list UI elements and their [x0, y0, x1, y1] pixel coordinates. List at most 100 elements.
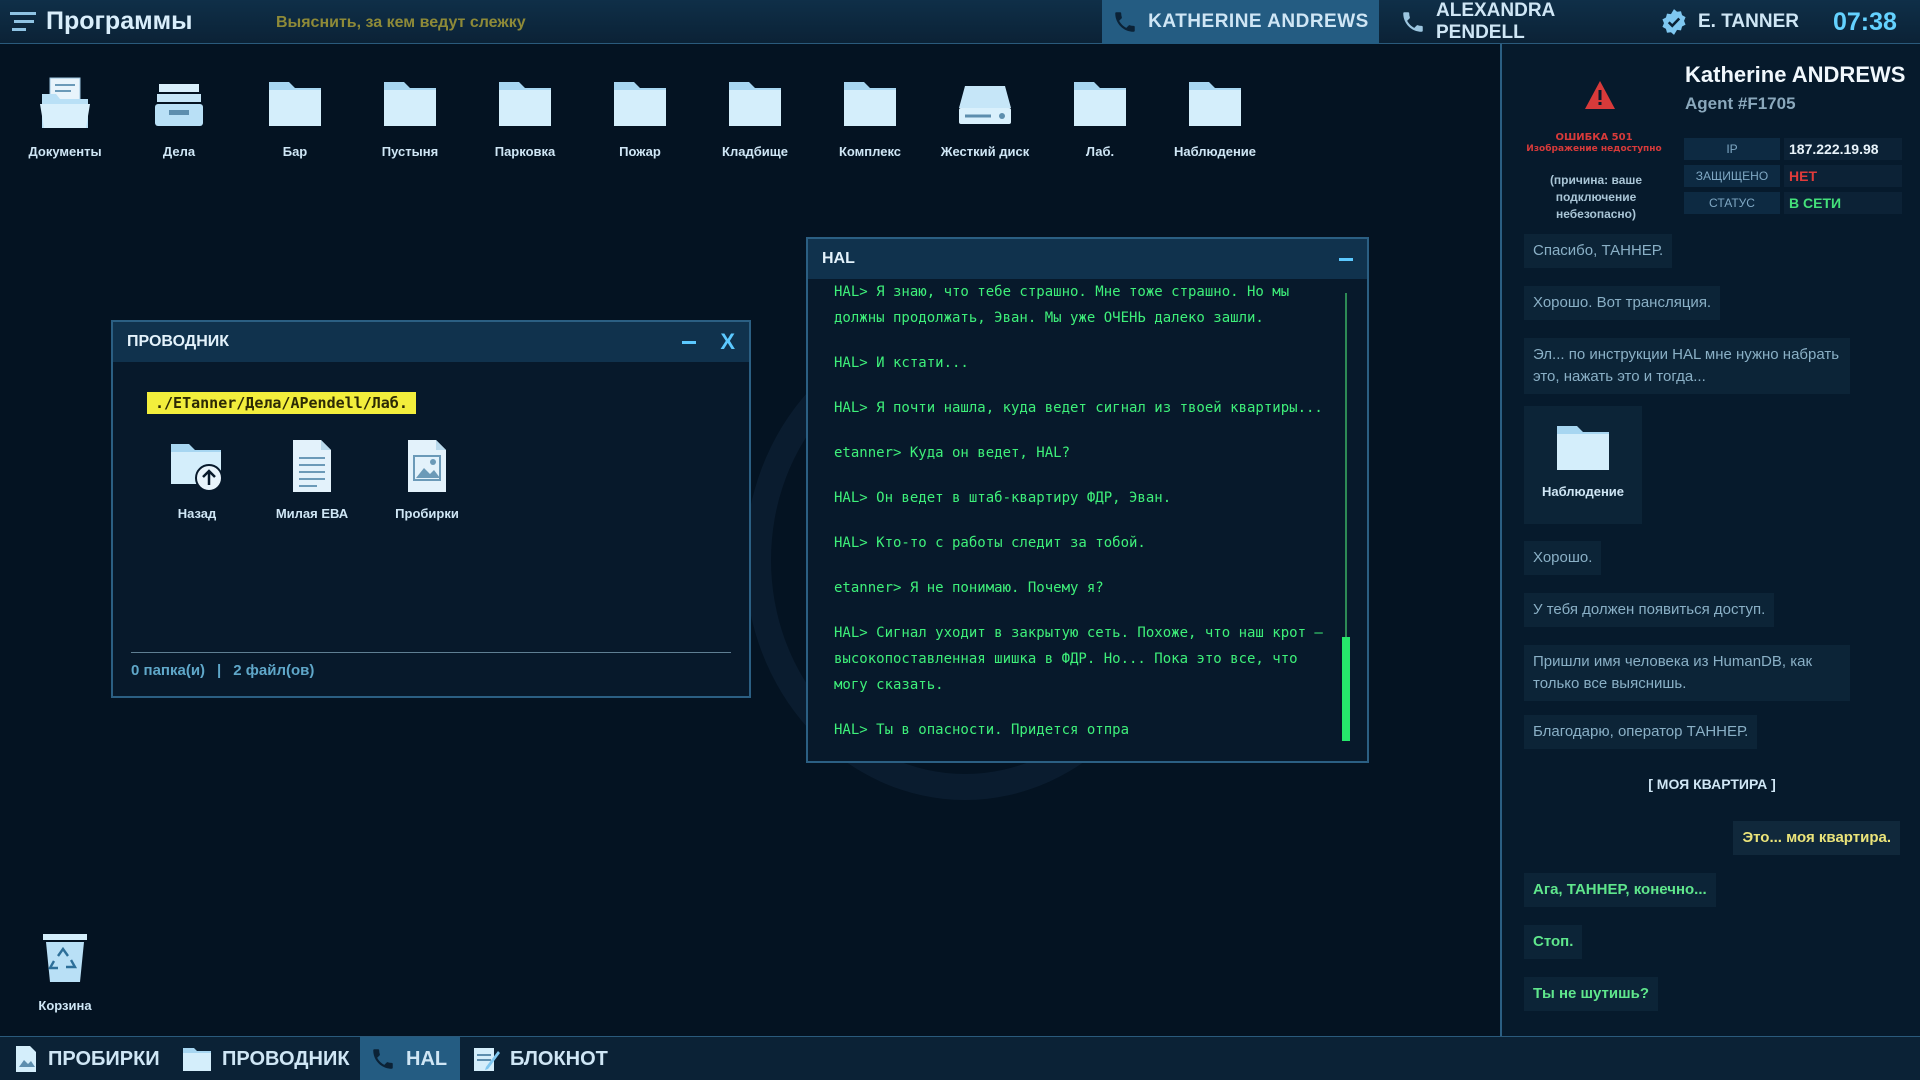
desktop-icon-surveillance[interactable]: Наблюдение — [1160, 76, 1270, 159]
info-value: 187.222.19.98 — [1784, 138, 1902, 160]
folder-up-icon — [169, 444, 225, 498]
folder-icon — [700, 76, 810, 136]
minimize-button[interactable] — [682, 340, 697, 344]
top-bar: Программы Выяснить, за кем ведут слежку … — [0, 0, 1920, 44]
taskbar-label: БЛОКНОТ — [510, 1047, 608, 1070]
file-count: 2 файл(ов) — [233, 662, 315, 679]
explorer-title: ПРОВОДНИК — [127, 333, 230, 350]
phone-icon — [370, 1046, 396, 1072]
programs-title[interactable]: Программы — [46, 7, 192, 36]
hal-titlebar[interactable]: HAL — [808, 239, 1367, 279]
file-item-document[interactable]: Милая ЕВА — [262, 438, 362, 521]
chat-message: У тебя должен появиться доступ. — [1524, 593, 1775, 627]
folder-count: 0 папка(и) — [131, 662, 206, 679]
minimize-button[interactable] — [1339, 257, 1353, 261]
chat-message: Пришли имя человека из HumanDB, как толь… — [1524, 645, 1850, 701]
terminal-line: HAL> Ты в опасности. Придется отпра — [834, 722, 1130, 738]
explorer-titlebar[interactable]: ПРОВОДНИК X — [113, 322, 749, 362]
objective-text: Выяснить, за кем ведут слежку — [276, 14, 526, 31]
hal-title: HAL — [822, 250, 855, 267]
terminal-line: HAL> Я почти нашла, куда ведет сигнал из… — [834, 400, 1323, 416]
terminal-line: HAL> И кстати... — [834, 355, 969, 371]
shared-folder-card[interactable]: Наблюдение — [1524, 406, 1642, 524]
recycle-bin-icon — [10, 930, 120, 990]
contact-agent-id: Agent #F1705 — [1685, 94, 1796, 113]
contact-name: Katherine ANDREWS — [1685, 62, 1906, 87]
terminal-line: HAL> Сигнал уходит в закрытую сеть. Похо… — [834, 625, 1323, 693]
desktop-icon-fire[interactable]: Пожар — [585, 76, 695, 159]
phone-icon — [1400, 9, 1426, 35]
error-code: ОШИБКА 501 — [1555, 132, 1633, 143]
desktop-icon-parking[interactable]: Парковка — [470, 76, 580, 159]
taskbar-label: ПРОВОДНИК — [222, 1047, 350, 1070]
desktop-icon-bar[interactable]: Бар — [240, 76, 350, 159]
taskbar: ПРОБИРКИ ПРОВОДНИК HAL БЛОКНОТ — [0, 1036, 1920, 1080]
hal-terminal-log: HAL> Я знаю, что тебе страшно. Мне тоже … — [834, 279, 1327, 751]
taskbar-item-probirki[interactable]: ПРОБИРКИ — [14, 1037, 160, 1080]
reply-choice-button[interactable]: [ МОЯ КВАРТИРА ] — [1502, 776, 1920, 792]
warning-icon — [1584, 80, 1616, 114]
file-item-image[interactable]: Пробирки — [377, 438, 477, 521]
call-tab-katherine-andrews[interactable]: KATHERINE ANDREWS — [1102, 0, 1379, 44]
user-name: E. TANNER — [1698, 11, 1799, 32]
folder-icon — [1160, 76, 1270, 136]
chat-message: Ты не шутишь? — [1524, 977, 1658, 1011]
info-row-secured: ЗАЩИЩЕНО НЕТ — [1684, 165, 1902, 187]
status-divider — [131, 652, 731, 653]
taskbar-item-hal[interactable]: HAL — [360, 1037, 460, 1080]
taskbar-item-notepad[interactable]: БЛОКНОТ — [472, 1037, 608, 1080]
desktop-icon-hard-drive[interactable]: Жесткий диск — [930, 76, 1040, 159]
terminal-line: etanner> Я не понимаю. Почему я? — [834, 580, 1104, 596]
terminal-line: etanner> Куда он ведет, HAL? — [834, 445, 1071, 461]
chat-message: Хорошо. — [1524, 541, 1602, 575]
menu-icon[interactable] — [10, 12, 40, 34]
terminal-line: HAL> Я знаю, что тебе страшно. Мне тоже … — [834, 284, 1290, 326]
error-reason: (причина: ваше подключение небезопасно) — [1549, 173, 1643, 221]
phone-icon — [1112, 9, 1138, 35]
desktop-icon-cases[interactable]: Дела — [124, 76, 234, 159]
path-breadcrumb: ./ETanner/Дела/APendell/Лаб. — [147, 392, 416, 414]
hal-window: HAL HAL> Я знаю, что тебе страшно. Мне т… — [806, 237, 1369, 763]
info-row-status: СТАТУС В СЕТИ — [1684, 192, 1902, 214]
user-badge[interactable]: E. TANNER — [1660, 0, 1810, 44]
notepad-icon — [472, 1045, 500, 1073]
desktop-icon-cemetery[interactable]: Кладбище — [700, 76, 810, 159]
folder-icon — [240, 76, 350, 136]
terminal-line: HAL> Он ведет в штаб-квартиру ФДР, Эван. — [834, 490, 1172, 506]
folder-icon — [815, 76, 925, 136]
desktop-icon-complex[interactable]: Комплекс — [815, 76, 925, 159]
call-tab-label: ALEXANDRA PENDELL — [1436, 0, 1555, 43]
folder-icon — [355, 76, 465, 136]
error-text: Изображение недоступно — [1526, 144, 1662, 154]
image-file-icon — [14, 1045, 38, 1073]
clock: 07:38 — [1833, 8, 1897, 36]
scrollbar-thumb[interactable] — [1342, 637, 1350, 741]
info-value: В СЕТИ — [1784, 192, 1902, 214]
desktop-icon-lab[interactable]: Лаб. — [1045, 76, 1155, 159]
file-item-back[interactable]: Назад — [147, 438, 247, 521]
call-tab-alexandra-pendell[interactable]: ALEXANDRA PENDELL — [1400, 0, 1640, 44]
chat-message: Хорошо. Вот трансляция. — [1524, 286, 1721, 320]
folder-icon — [182, 1046, 212, 1072]
info-key: ЗАЩИЩЕНО — [1684, 165, 1780, 187]
chat-message: Стоп. — [1524, 925, 1583, 959]
info-key: IP — [1684, 138, 1780, 160]
verified-badge-icon — [1660, 8, 1688, 36]
hard-drive-icon — [930, 76, 1040, 136]
documents-folder-icon — [10, 76, 120, 136]
desktop-icon-documents[interactable]: Документы — [10, 76, 120, 159]
desktop-icon-desert[interactable]: Пустыня — [355, 76, 465, 159]
desktop-icon-trash[interactable]: Корзина — [10, 930, 120, 1013]
folder-icon — [1045, 76, 1155, 136]
contact-chat-panel: ОШИБКА 501 Изображение недоступно (причи… — [1500, 44, 1920, 1036]
document-icon — [289, 440, 335, 498]
taskbar-item-explorer[interactable]: ПРОВОДНИК — [182, 1037, 350, 1080]
taskbar-label: HAL — [406, 1047, 448, 1070]
explorer-window: ПРОВОДНИК X ./ETanner/Дела/APendell/Лаб.… — [111, 320, 751, 698]
folder-icon — [1524, 424, 1642, 478]
terminal-line: HAL> Кто-то с работы следит за тобой. — [834, 535, 1146, 551]
info-value: НЕТ — [1784, 165, 1902, 187]
close-button[interactable]: X — [720, 329, 735, 355]
explorer-status: 0 папка(и) | 2 файл(ов) — [131, 662, 314, 679]
info-row-ip: IP 187.222.19.98 — [1684, 138, 1902, 160]
